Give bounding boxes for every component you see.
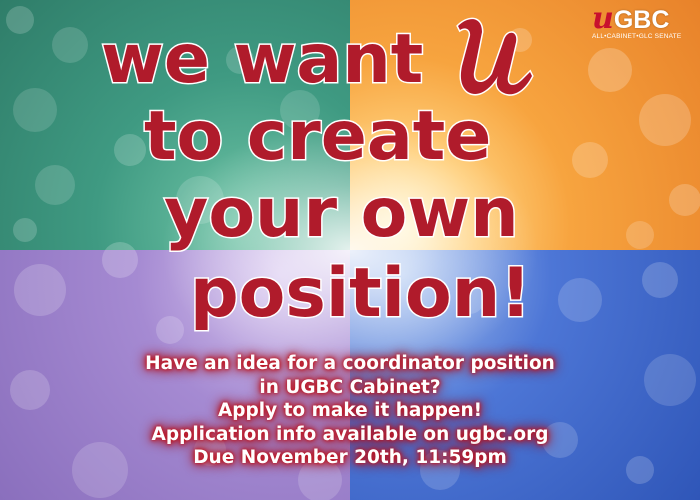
headline: we want to create your own position!: [100, 19, 533, 335]
logo-tagline: ALL•CABINET•GLC SENATE: [592, 33, 682, 40]
headline-line-2: to create: [144, 97, 491, 176]
info-line-5: Due November 20th, 11:59pm: [193, 447, 507, 468]
headline-line-4: position!: [190, 254, 531, 333]
headline-line-3: your own: [164, 174, 519, 253]
headline-u-mark: [456, 17, 534, 96]
info-text-block: Have an idea for a coordinator position …: [0, 352, 700, 470]
info-line-3: Apply to make it happen!: [217, 400, 483, 421]
headline-line-1: we want: [101, 20, 423, 99]
info-line-1: Have an idea for a coordinator position: [145, 353, 555, 374]
ugbc-logo: u GBC ALL•CABINET•GLC SENATE: [592, 4, 698, 44]
info-line-4: Application info available on ugbc.org: [151, 423, 549, 445]
logo-u-mark: u: [592, 1, 614, 36]
logo-name: GBC: [613, 6, 670, 34]
logo-wordmark: u GBC: [592, 4, 698, 35]
info-line-2: in UGBC Cabinet?: [259, 376, 441, 398]
poster: we want to create your own position! u G…: [0, 0, 700, 500]
